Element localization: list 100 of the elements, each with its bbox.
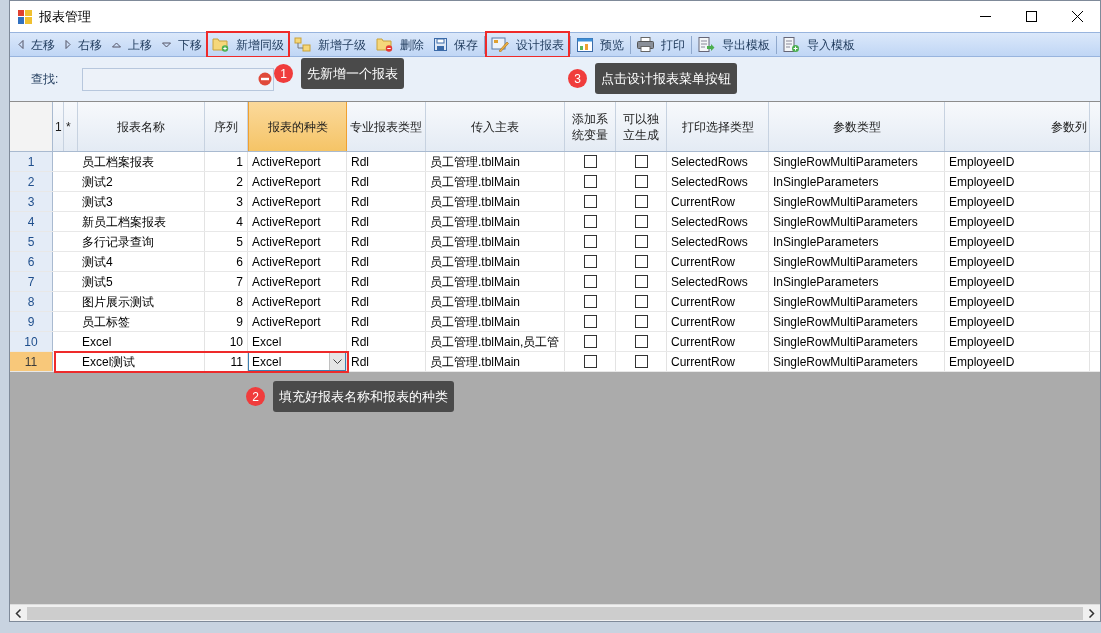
table-row[interactable]: 6 测试4 6 ActiveReport Rdl 员工管理.tblMain CurrentRow SingleRowMultiParameters EmployeeID: [10, 252, 1100, 272]
table-row[interactable]: 10 Excel 10 Excel Rdl 员工管理.tblMain,员工管 CurrentRow SingleRowMultiParameters EmployeeID: [10, 332, 1100, 352]
row-header[interactable]: 8: [10, 292, 53, 311]
checkbox[interactable]: [583, 355, 597, 368]
toolbar-button[interactable]: 新增同级: [207, 32, 289, 57]
table-cell-text: 新员工档案报表: [82, 213, 166, 231]
toolbar-button[interactable]: 设计报表: [486, 32, 569, 57]
row-header[interactable]: 10: [10, 332, 53, 351]
column-header[interactable]: 可以独立生成: [616, 102, 667, 151]
table-cell-text: 3: [236, 193, 243, 211]
checkbox[interactable]: [634, 235, 648, 248]
table-cell-text: 员工档案报表: [82, 153, 154, 171]
table-cell-text: EmployeeID: [949, 293, 1015, 311]
toolbar-button[interactable]: 右移: [60, 32, 107, 57]
row-header[interactable]: 5: [10, 232, 53, 251]
checkbox[interactable]: [634, 335, 648, 348]
left-triangle-icon: [18, 40, 24, 49]
table-cell-text: 员工管理.tblMain: [430, 173, 521, 191]
scroll-right-icon: [1088, 608, 1095, 618]
table-cell-text: Rdl: [351, 313, 369, 331]
row-header[interactable]: 6: [10, 252, 53, 271]
table-cell-text: EmployeeID: [949, 353, 1015, 371]
checkbox[interactable]: [583, 335, 597, 348]
table-cell-text: InSingleParameters: [773, 173, 879, 191]
table-cell-text: 7: [236, 273, 243, 291]
row-header[interactable]: 11: [10, 352, 53, 371]
table-cell-text: 10: [229, 333, 243, 351]
checkbox[interactable]: [583, 215, 597, 228]
table-row[interactable]: 8 图片展示测试 8 ActiveReport Rdl 员工管理.tblMain CurrentRow SingleRowMultiParameters EmployeeID: [10, 292, 1100, 312]
table-row[interactable]: 1 员工档案报表 1 ActiveReport Rdl 员工管理.tblMain SelectedRows SingleRowMultiParameters EmployeeID: [10, 152, 1100, 172]
table-cell-text: ActiveReport: [252, 293, 321, 311]
row-header[interactable]: 9: [10, 312, 53, 331]
toolbar-button[interactable]: 删除: [371, 32, 429, 57]
table-cell-text: SingleRowMultiParameters: [773, 213, 918, 231]
column-header[interactable]: 打印选择类型: [667, 102, 769, 151]
column-header[interactable]: 报表名称: [78, 102, 205, 151]
minimize-icon: [979, 16, 991, 17]
checkbox[interactable]: [634, 295, 648, 308]
table-cell-text: SingleRowMultiParameters: [773, 333, 918, 351]
toolbar-button[interactable]: 导出模板: [693, 32, 775, 57]
column-header[interactable]: 传入主表: [426, 102, 565, 151]
row-header[interactable]: 7: [10, 272, 53, 291]
checkbox[interactable]: [634, 215, 648, 228]
column-header[interactable]: 专业报表类型: [347, 102, 426, 151]
table-cell-text: InSingleParameters: [773, 233, 879, 251]
toolbar-button[interactable]: 上移: [107, 32, 157, 57]
table-cell-text: 测试3: [82, 193, 113, 211]
close-icon: [1071, 11, 1083, 22]
table-cell-text: 测试4: [82, 253, 113, 271]
maximize-icon: [1025, 11, 1037, 22]
search-field[interactable]: [82, 67, 274, 91]
checkbox[interactable]: [634, 195, 648, 208]
table-cell-text: Rdl: [351, 353, 369, 371]
row-header[interactable]: 2: [10, 172, 53, 191]
row-header[interactable]: 3: [10, 192, 53, 211]
checkbox[interactable]: [583, 295, 597, 308]
table-row[interactable]: 11 Excel测试 11 Excel Rdl 员工管理.tblMain CurrentRow SingleRowMultiParameters EmployeeID: [10, 352, 1100, 372]
window-title: 报表管理: [39, 7, 91, 26]
toolbar-button[interactable]: 下移: [157, 32, 207, 57]
checkbox[interactable]: [583, 315, 597, 328]
checkbox[interactable]: [634, 175, 648, 188]
table-cell-text: 9: [236, 313, 243, 331]
column-header[interactable]: 添加系统变量: [565, 102, 616, 151]
checkbox[interactable]: [634, 255, 648, 268]
checkbox[interactable]: [583, 275, 597, 288]
column-header[interactable]: 参数类型: [769, 102, 945, 151]
toolbar-button[interactable]: 预览: [572, 32, 629, 57]
table-row[interactable]: 9 员工标签 9 ActiveReport Rdl 员工管理.tblMain CurrentRow SingleRowMultiParameters EmployeeID: [10, 312, 1100, 332]
column-header[interactable]: *: [64, 102, 78, 151]
toolbar-button[interactable]: 打印: [632, 32, 690, 57]
checkbox[interactable]: [634, 275, 648, 288]
column-header[interactable]: 1: [53, 102, 64, 151]
column-header[interactable]: 参数列: [945, 102, 1090, 151]
table-cell-text: 6: [236, 253, 243, 271]
table-cell-text: InSingleParameters: [773, 273, 879, 291]
table-cell-text: 员工管理.tblMain: [430, 213, 521, 231]
table-row[interactable]: 4 新员工档案报表 4 ActiveReport Rdl 员工管理.tblMain SelectedRows SingleRowMultiParameters EmployeeID: [10, 212, 1100, 232]
table-cell-text: Excel: [252, 333, 282, 351]
checkbox[interactable]: [634, 315, 648, 328]
checkbox[interactable]: [583, 195, 597, 208]
table-row[interactable]: 3 测试3 3 ActiveReport Rdl 员工管理.tblMain CurrentRow SingleRowMultiParameters EmployeeID: [10, 192, 1100, 212]
toolbar-button[interactable]: 左移: [13, 32, 60, 57]
checkbox[interactable]: [583, 175, 597, 188]
table-cell-text: 员工管理.tblMain: [430, 273, 521, 291]
checkbox[interactable]: [634, 155, 648, 168]
toolbar-button[interactable]: 保存: [429, 32, 483, 57]
right-triangle-icon: [65, 40, 71, 49]
row-header[interactable]: 4: [10, 212, 53, 231]
table-row[interactable]: 7 测试5 7 ActiveReport Rdl 员工管理.tblMain SelectedRows InSingleParameters EmployeeID: [10, 272, 1100, 292]
toolbar-button[interactable]: 新增子级: [289, 32, 371, 57]
row-header[interactable]: 1: [10, 152, 53, 171]
checkbox[interactable]: [583, 235, 597, 248]
checkbox[interactable]: [634, 355, 648, 368]
table-cell-text: ActiveReport: [252, 213, 321, 231]
toolbar-button[interactable]: 导入模板: [778, 32, 860, 57]
table-row[interactable]: 2 测试2 2 ActiveReport Rdl 员工管理.tblMain SelectedRows InSingleParameters EmployeeID: [10, 172, 1100, 192]
checkbox[interactable]: [583, 255, 597, 268]
checkbox[interactable]: [583, 155, 597, 168]
table-row[interactable]: 5 多行记录查询 5 ActiveReport Rdl 员工管理.tblMain SelectedRows InSingleParameters EmployeeID: [10, 232, 1100, 252]
column-header[interactable]: 报表的种类: [248, 102, 347, 151]
